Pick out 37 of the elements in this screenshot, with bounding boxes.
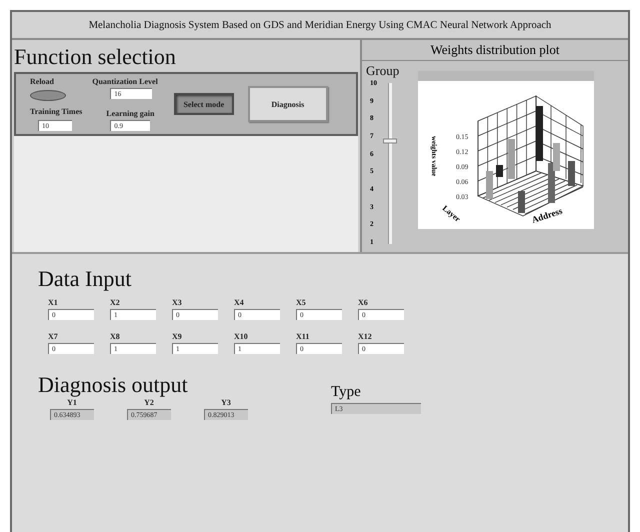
field-label: Y2: [144, 398, 154, 407]
field-label: Quantization Level: [92, 77, 158, 86]
field-label: X2: [110, 298, 120, 307]
field-label: X11: [296, 332, 310, 341]
plot-bar: [568, 161, 575, 186]
section-heading: Diagnosis output: [37, 371, 188, 398]
field-label: X9: [172, 332, 182, 341]
plot-bar: [486, 171, 493, 199]
field-label: X4: [234, 298, 244, 307]
slider-thumb[interactable]: [383, 138, 397, 144]
section-heading: Data Input: [37, 265, 132, 292]
window-title: Melancholia Diagnosis System Based on GDS and Meridian Energy Using CMAC Neural Network Approach: [12, 12, 628, 40]
field-label: Reload: [30, 77, 54, 86]
field-label: X10: [234, 332, 248, 341]
plot-bar: [496, 165, 503, 177]
field-label: X12: [358, 332, 372, 341]
field-label: X8: [110, 332, 120, 341]
field-label: Y1: [67, 398, 77, 407]
field-label: Learning gain: [106, 109, 154, 118]
field-label: Training Times: [30, 107, 82, 116]
field-label: X6: [358, 298, 368, 307]
field-label: X1: [48, 298, 58, 307]
plot-bar: [508, 139, 515, 179]
axis-title: Address: [530, 206, 564, 225]
select-mode-button[interactable]: Select mode: [174, 93, 234, 115]
field-label: Y3: [221, 398, 231, 407]
reload-toggle[interactable]: [30, 90, 66, 101]
field-label: Type: [331, 384, 362, 401]
field-label: X7: [48, 332, 58, 341]
field-label: X5: [296, 298, 306, 307]
diagnosis-button[interactable]: Diagnosis: [248, 86, 328, 122]
panel-title: Weights distribution plot: [362, 40, 628, 61]
section-heading: Function selection: [13, 43, 176, 70]
plot-bar: [536, 106, 543, 161]
plot-bar: [518, 191, 525, 213]
slider-label: Group: [366, 63, 400, 79]
field-label: X3: [172, 298, 182, 307]
